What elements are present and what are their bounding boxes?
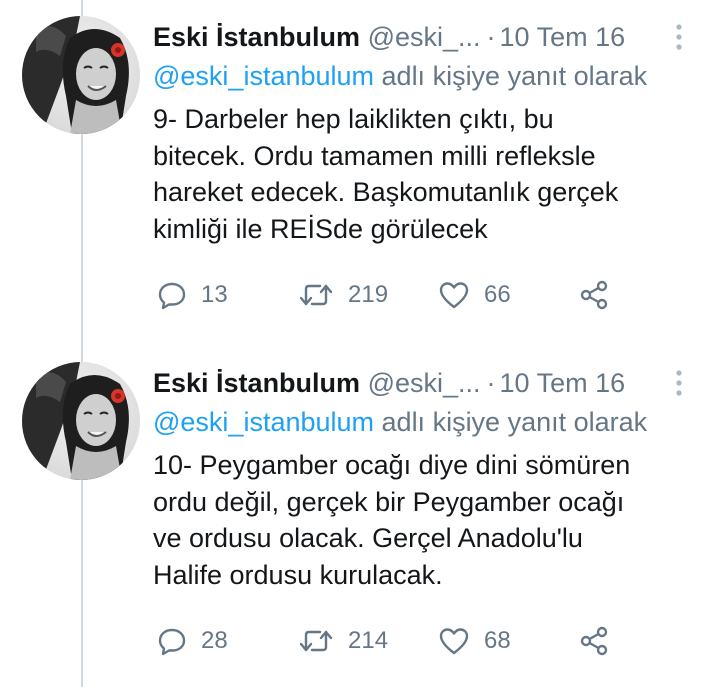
tweet-text: 9- Darbeler hep laiklikten çıktı, bu bit… <box>153 101 693 247</box>
more-vertical-icon[interactable] <box>674 23 684 51</box>
tweet-actions: 13 219 66 <box>153 275 673 315</box>
author-name[interactable]: Eski İstanbulum <box>153 368 360 398</box>
share-button[interactable] <box>578 275 610 315</box>
retweet-button[interactable]: 214 <box>298 621 388 661</box>
author-name[interactable]: Eski İstanbulum <box>153 22 360 52</box>
tweet-date[interactable]: 10 Tem 16 <box>500 22 626 52</box>
tweet-text-line: kimliği ile REİSde görülecek <box>153 213 488 244</box>
author-handle[interactable]: @eski_... <box>368 368 481 398</box>
tweet[interactable]: Eski İstanbulum @eski_... · 10 Tem 16 @esk… <box>0 0 720 340</box>
mention-link[interactable]: @eski_istanbulum <box>153 61 374 91</box>
separator-dot: · <box>486 22 496 52</box>
like-count: 66 <box>484 281 511 308</box>
retweet-button[interactable]: 219 <box>298 275 388 315</box>
mention-link[interactable]: @eski_istanbulum <box>153 407 374 437</box>
avatar[interactable] <box>22 16 140 134</box>
tweet-text-line: 10- Peygamber ocağı diye dini sömüren <box>153 450 631 480</box>
tweet-text-line: bitecek. Ordu tamamen milli refleksle <box>153 140 596 171</box>
tweet[interactable]: Eski İstanbulum @eski_... · 10 Tem 16 @esk… <box>0 346 720 686</box>
tweet-header: Eski İstanbulum @eski_... · 10 Tem 16 <box>153 19 673 55</box>
tweet-text: 10- Peygamber ocağı diye dini sömüren or… <box>153 447 693 593</box>
reply-context: @eski_istanbulum adlı kişiye yanıt olara… <box>153 404 647 440</box>
tweet-text-line: 9- Darbeler hep laiklikten çıktı, bu <box>153 104 554 134</box>
tweet-date[interactable]: 10 Tem 16 <box>500 368 626 398</box>
tweet-text-line: Halife ordusu kurulacak. <box>153 559 443 590</box>
like-count: 68 <box>484 627 511 654</box>
reply-button[interactable]: 28 <box>157 621 228 661</box>
reply-icon <box>158 628 186 656</box>
reply-context-text: adlı kişiye yanıt olarak <box>381 407 648 437</box>
tweet-actions: 28 214 68 <box>153 621 673 661</box>
retweet-icon <box>299 630 333 652</box>
reply-button[interactable]: 13 <box>157 275 228 315</box>
reply-context: @eski_istanbulum adlı kişiye yanıt olara… <box>153 58 647 94</box>
retweet-count: 219 <box>348 281 389 308</box>
retweet-count: 214 <box>348 627 389 654</box>
author-handle[interactable]: @eski_... <box>368 22 481 52</box>
share-icon <box>580 280 608 310</box>
tweet-text-line: ve ordusu olacak. Gerçel Anadolu'lu <box>153 523 583 553</box>
separator-dot: · <box>486 368 496 398</box>
heart-icon <box>439 628 469 655</box>
share-button[interactable] <box>578 621 610 661</box>
tweet-header: Eski İstanbulum @eski_... · 10 Tem 16 <box>153 365 673 401</box>
like-button[interactable]: 66 <box>438 275 511 315</box>
reply-count: 13 <box>201 281 228 308</box>
more-vertical-icon[interactable] <box>674 369 684 397</box>
heart-icon <box>439 282 469 309</box>
retweet-icon <box>299 284 333 306</box>
tweet-text-line: ordu değil, gerçek bir Peygamber ocağı <box>153 486 625 517</box>
avatar[interactable] <box>22 362 140 480</box>
reply-context-text: adlı kişiye yanıt olarak <box>381 61 648 91</box>
tweet-text-line: hareket edecek. Başkomutanlık gerçek <box>153 177 619 207</box>
like-button[interactable]: 68 <box>438 621 511 661</box>
share-icon <box>580 626 608 656</box>
reply-count: 28 <box>201 627 228 654</box>
reply-icon <box>158 282 186 310</box>
